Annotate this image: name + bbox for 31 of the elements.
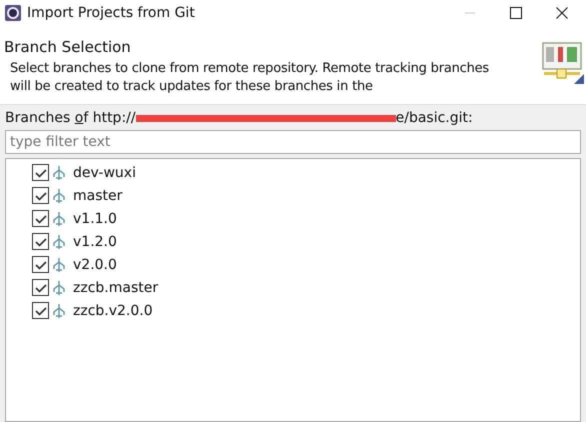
branch-icon: [52, 280, 66, 296]
filter-field[interactable]: type filter text: [5, 130, 581, 154]
branch-icon: [52, 210, 66, 226]
branch-name[interactable]: v1.1.0: [73, 210, 117, 226]
checkbox[interactable]: [32, 302, 49, 319]
branch-icon: [52, 188, 66, 204]
branch-icon: [52, 302, 66, 318]
branch-name[interactable]: zzcb.master: [73, 280, 158, 296]
branch-name[interactable]: master: [73, 188, 122, 204]
checkbox[interactable]: [32, 256, 49, 273]
maximize-icon[interactable]: [510, 7, 522, 19]
branch-name[interactable]: dev-wuxi: [73, 164, 136, 180]
branch-name[interactable]: v2.0.0: [73, 256, 117, 272]
repository-path: e/basic.git:: [396, 110, 473, 126]
close-icon[interactable]: [556, 7, 568, 19]
branch-icon: [52, 256, 66, 272]
checkbox[interactable]: [32, 279, 49, 296]
git-logo-icon: [542, 42, 584, 84]
branch-name[interactable]: zzcb.v2.0.0: [73, 302, 153, 318]
branch-name[interactable]: v1.2.0: [73, 234, 117, 250]
branches-source-label: Branches of http://: [5, 110, 136, 126]
checkbox[interactable]: [32, 210, 49, 227]
branch-icon: [52, 164, 66, 180]
checkbox[interactable]: [32, 187, 49, 204]
page-title: Branch Selection: [4, 38, 132, 56]
checkbox[interactable]: [32, 233, 49, 250]
page-description: Select branches to clone from remote repository. Remote tracking branches will be created to track updates for these branches in the: [9, 60, 490, 96]
checkbox[interactable]: [32, 164, 49, 181]
branch-icon: [52, 234, 66, 250]
window-title: Import Projects from Git: [27, 5, 196, 21]
app-icon: [5, 5, 21, 21]
